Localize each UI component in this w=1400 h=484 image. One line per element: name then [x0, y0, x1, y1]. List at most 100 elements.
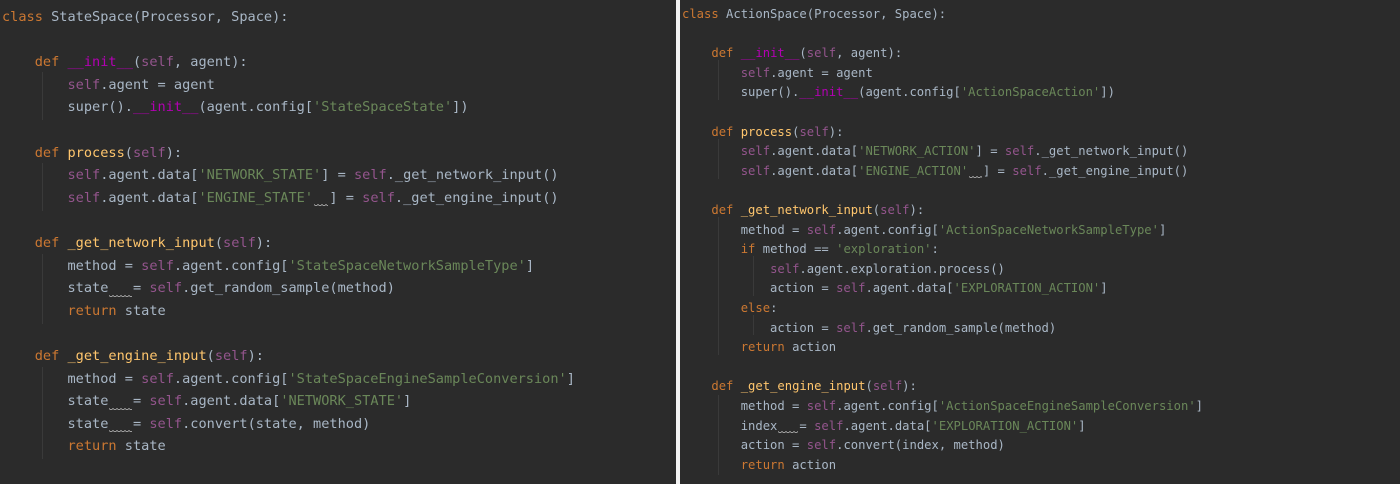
code-token: =	[799, 418, 815, 433]
code-token: ):	[828, 124, 844, 139]
code-token: ):	[165, 144, 183, 161]
code-token: .get_random_sample(method)	[182, 280, 395, 297]
code-line[interactable]: self.agent.data['NETWORK_STATE'] = self.…	[2, 164, 558, 187]
code-token: (	[799, 46, 807, 61]
code-line[interactable]: def process(self):	[682, 123, 843, 143]
code-token: super().	[2, 99, 133, 116]
code-token: (	[206, 348, 215, 364]
code-token: self	[67, 167, 101, 184]
code-token: .agent = agent	[770, 65, 873, 80]
code-token: ]	[1158, 222, 1167, 237]
code-token: :	[931, 242, 939, 257]
code-token: def	[711, 46, 734, 61]
code-token: ] =	[982, 163, 1013, 178]
code-token: def	[711, 124, 734, 139]
whitespace-warning	[108, 413, 133, 436]
code-line[interactable]: self.agent = agent	[682, 64, 873, 84]
code-token: self	[353, 167, 387, 184]
code-line[interactable]: action = self.agent.data['EXPLORATION_AC…	[682, 279, 1108, 299]
code-line[interactable]: state = self.get_random_sample(method)	[2, 277, 395, 300]
code-line[interactable]: self.agent.data['ENGINE_STATE' ] = self.…	[2, 187, 559, 210]
code-token: __init__	[740, 46, 800, 61]
whitespace-warning	[108, 277, 133, 300]
code-token: else	[740, 301, 771, 315]
code-token: def	[34, 54, 60, 71]
code-token: .agent.config[	[836, 399, 939, 413]
code-token: state	[2, 280, 109, 297]
code-token: self	[806, 222, 837, 237]
code-line[interactable]: action = self.get_random_sample(method)	[682, 319, 1056, 339]
code-token: ._get_engine_input()	[1041, 163, 1189, 178]
code-token: (	[132, 54, 142, 71]
code-token: self	[740, 144, 771, 159]
code-line[interactable]: super().__init__(agent.config['StateSpac…	[2, 96, 468, 119]
code-line[interactable]: state = self.convert(state, method)	[2, 413, 370, 436]
code-line[interactable]: def __init__(self, agent):	[2, 51, 248, 74]
code-line[interactable]: self.agent = agent	[2, 74, 214, 97]
code-line[interactable]: self.agent.exploration.process()	[682, 260, 1005, 280]
code-line[interactable]: self.agent.data['NETWORK_ACTION'] = self…	[682, 142, 1189, 162]
code-token: index	[682, 418, 778, 433]
code-line[interactable]: method = self.agent.config['ActionSpaceE…	[682, 397, 1203, 417]
code-token: state	[2, 415, 109, 432]
code-token: method ==	[755, 242, 837, 257]
code-token: process	[67, 144, 125, 161]
code-line[interactable]: return state	[2, 300, 165, 323]
code-line[interactable]: action = self.convert(index, method)	[682, 436, 1005, 456]
code-line[interactable]: class ActionSpace(Processor, Space):	[682, 5, 946, 25]
whitespace-warning	[313, 187, 329, 210]
code-token: return	[740, 457, 785, 472]
code-line[interactable]: index = self.agent.data['EXPLORATION_ACT…	[682, 417, 1086, 437]
code-token: self	[67, 189, 101, 206]
code-line[interactable]: def __init__(self, agent):	[682, 44, 902, 64]
indent-guide	[753, 315, 754, 335]
code-token: self	[149, 280, 183, 297]
code-line[interactable]: return state	[2, 435, 165, 458]
left-code-editor[interactable]: class StateSpace(Processor, Space): def …	[0, 0, 676, 484]
code-line[interactable]: if method == 'exploration':	[682, 240, 939, 260]
code-line[interactable]: method = self.agent.config['StateSpaceNe…	[2, 255, 534, 278]
code-line[interactable]: method = self.agent.config['ActionSpaceN…	[682, 221, 1167, 241]
whitespace-warning	[108, 390, 133, 413]
code-line[interactable]: def _get_engine_input(self):	[2, 345, 264, 368]
code-token: .get_random_sample(method)	[865, 320, 1057, 335]
code-line[interactable]: else:	[682, 299, 778, 319]
code-token: .agent.config[	[173, 257, 289, 274]
code-line[interactable]: self.agent.data['ENGINE_ACTION' ] = self…	[682, 162, 1188, 182]
code-token: self	[806, 46, 837, 61]
code-token: self	[770, 261, 800, 276]
code-token: self	[836, 320, 866, 335]
indent-guide	[42, 367, 43, 459]
right-code-editor[interactable]: class ActionSpace(Processor, Space): def…	[680, 0, 1400, 484]
code-token: (	[214, 235, 224, 251]
code-line[interactable]: def process(self):	[2, 142, 182, 165]
code-line[interactable]: state = self.agent.data['NETWORK_STATE']	[2, 390, 411, 413]
code-token: class	[2, 9, 43, 25]
code-token: ]	[566, 370, 575, 387]
code-line[interactable]: super().__init__(agent.config['ActionSpa…	[682, 83, 1115, 103]
code-token: , agent):	[836, 46, 903, 61]
whitespace-warning	[777, 417, 799, 437]
code-line[interactable]: return action	[682, 456, 836, 476]
code-token: action =	[682, 281, 837, 296]
code-token: .agent.data[	[100, 189, 199, 206]
code-token: self	[740, 65, 771, 80]
code-line[interactable]: return action	[682, 338, 836, 358]
code-line[interactable]: def _get_network_input(self):	[2, 232, 272, 255]
code-token: __init__	[132, 99, 199, 116]
code-token: self	[362, 189, 395, 206]
code-token: action	[784, 340, 837, 355]
code-line[interactable]: class StateSpace(Processor, Space):	[2, 6, 288, 29]
code-token: self	[806, 399, 837, 413]
code-line[interactable]: method = self.agent.config['StateSpaceEn…	[2, 368, 575, 391]
